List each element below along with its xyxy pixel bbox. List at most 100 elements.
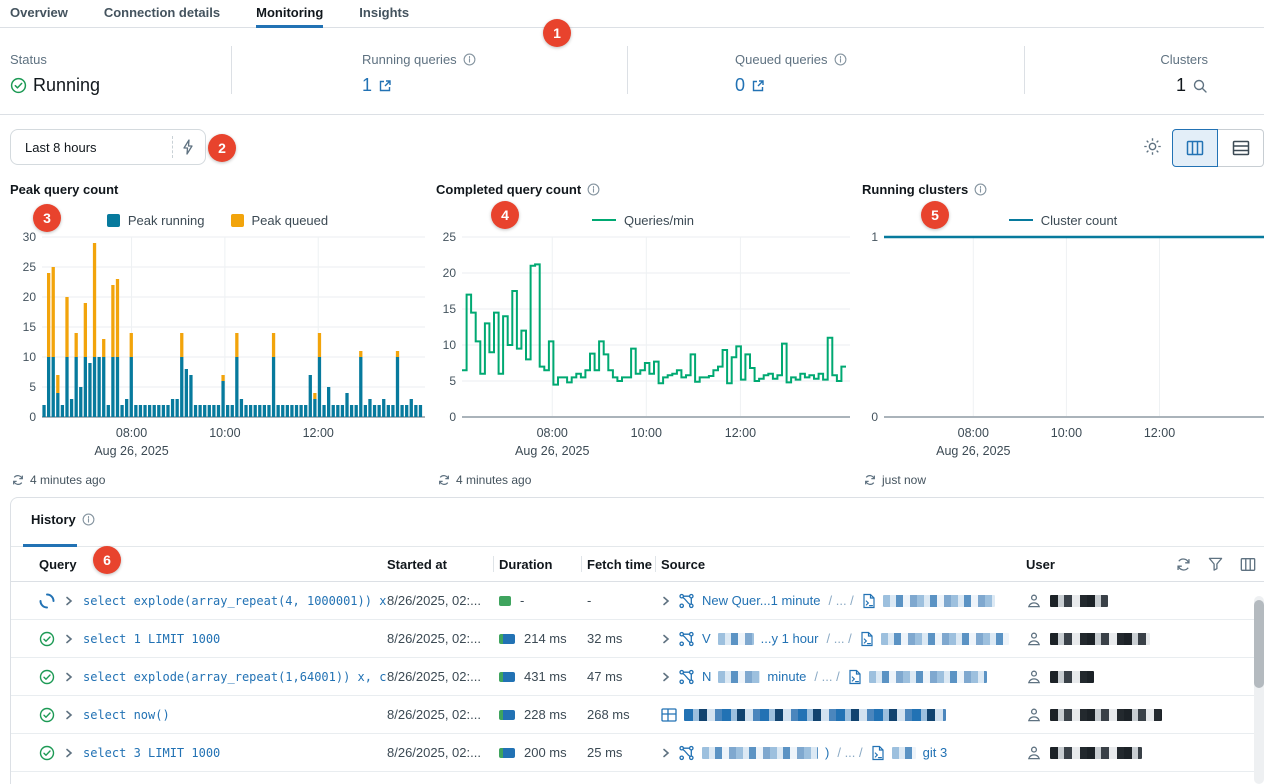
source-separator: / ... / [813,669,840,684]
source-link[interactable]: New Quer...1 minute [702,593,821,608]
scrollbar-thumb[interactable] [1254,600,1264,688]
running-clusters-chart: Running clustersCluster count0108:00Aug … [862,182,1264,487]
expand-chevron-icon[interactable] [661,748,671,758]
svg-text:Aug 26, 2025: Aug 26, 2025 [936,444,1010,458]
chart-title-text: Running clusters [862,182,968,197]
expand-chevron-icon[interactable] [64,672,74,682]
gear-icon[interactable] [1143,137,1162,156]
query-text[interactable]: select explode(array_repeat(4, 1000001))… [83,594,387,608]
column-header-fetch-time[interactable]: Fetch time [587,547,661,581]
column-header-user[interactable]: User [1026,547,1176,581]
redacted-text [718,671,760,683]
history-tabs: History [11,498,1264,547]
lightning-icon[interactable] [181,139,205,155]
source-link[interactable]: git 3 [923,745,948,760]
scrollbar-track[interactable] [1254,596,1264,784]
columns-view-icon [1186,140,1204,156]
query-text[interactable]: select 3 LIMIT 1000 [83,746,220,760]
column-header-query[interactable]: Query [39,547,387,581]
svg-text:20: 20 [443,266,457,280]
redacted-text [1050,633,1150,645]
expand-chevron-icon[interactable] [64,710,74,720]
tab-connection-details[interactable]: Connection details [104,1,220,27]
info-icon[interactable] [974,183,987,196]
duration-bar [499,596,511,606]
completed-query-count-chart: Completed query countQueries/min05101520… [436,182,850,487]
chart-refresh-status[interactable]: 4 minutes ago [10,473,425,487]
expand-chevron-icon[interactable] [64,634,74,644]
expand-chevron-icon[interactable] [64,596,74,606]
query-text[interactable]: select now() [83,708,170,722]
legend-item[interactable]: Queries/min [592,213,694,228]
page-tabbar: Overview Connection details Monitoring Insi… [0,0,1264,28]
filter-icon[interactable] [1208,557,1223,571]
svg-text:1: 1 [871,230,878,244]
refresh-icon[interactable] [1176,557,1191,572]
query-text[interactable]: select 1 LIMIT 1000 [83,632,220,646]
column-header-source[interactable]: Source [661,547,1026,581]
user-cell [1026,669,1176,685]
legend-line [1009,219,1033,221]
table-row[interactable]: select explode(array_repeat(4, 1000001))… [11,582,1264,620]
source-link[interactable]: ) [825,745,829,760]
chart-refresh-status[interactable]: just now [862,473,1264,487]
rows-view-button[interactable] [1218,129,1264,167]
source-link[interactable]: minute [767,669,806,684]
running-queries-link[interactable]: 1 [362,75,628,96]
tab-insights[interactable]: Insights [359,1,409,27]
peak-query-count-chart: Peak query countPeak runningPeak queued0… [10,182,425,487]
svg-text:10: 10 [23,350,37,364]
running-queries-card: Running queries 1 [232,28,628,114]
person-icon [1026,745,1042,761]
sql-file-icon [862,593,876,609]
person-icon [1026,669,1042,685]
source-link[interactable]: V [702,631,711,646]
duration-cell: 228 ms [499,707,587,722]
tab-history[interactable]: History [31,512,95,527]
columns-icon[interactable] [1240,557,1256,572]
legend-item[interactable]: Peak queued [231,213,329,228]
chart-title: Peak query count [10,182,425,197]
source-link[interactable]: ...y 1 hour [761,631,819,646]
expand-chevron-icon[interactable] [661,596,671,606]
tab-overview[interactable]: Overview [10,1,68,27]
column-header-started-at[interactable]: Started at [387,547,499,581]
svg-text:30: 30 [23,230,37,244]
svg-text:25: 25 [443,230,457,244]
source-link[interactable]: N [702,669,711,684]
magnifier-icon[interactable] [1192,78,1208,94]
column-header-duration[interactable]: Duration [499,547,587,581]
duration-value: 200 ms [524,745,567,760]
legend-item[interactable]: Peak running [107,213,205,228]
chart-refresh-status[interactable]: 4 minutes ago [436,473,850,487]
expand-chevron-icon[interactable] [64,748,74,758]
info-icon[interactable] [82,513,95,526]
info-icon[interactable] [587,183,600,196]
duration-value: - [520,593,524,608]
info-icon[interactable] [834,53,847,66]
chart-plot: 0108:00Aug 26, 202510:0012:00 [862,229,1264,464]
legend-label: Cluster count [1041,213,1118,228]
expand-chevron-icon[interactable] [661,634,671,644]
check-circle-icon [10,77,27,94]
table-row[interactable]: select explode(array_repeat(1,64001)) x,… [11,658,1264,696]
started-at-cell: 8/26/2025, 02:... [387,631,499,646]
user-cell [1026,745,1176,761]
legend-label: Peak running [128,213,205,228]
expand-chevron-icon[interactable] [661,672,671,682]
queued-queries-link[interactable]: 0 [735,75,1025,96]
tab-monitoring[interactable]: Monitoring [256,1,323,27]
table-row[interactable]: select now()8/26/2025, 02:...228 ms268 m… [11,696,1264,734]
redacted-text [702,747,818,759]
source-separator: / ... / [836,745,863,760]
legend-item[interactable]: Cluster count [1009,213,1118,228]
query-text[interactable]: select explode(array_repeat(1,64001)) x,… [83,670,387,684]
table-row[interactable]: select 3 LIMIT 10008/26/2025, 02:...200 … [11,734,1264,772]
info-icon[interactable] [463,53,476,66]
columns-view-button[interactable] [1172,129,1218,167]
svg-text:08:00: 08:00 [958,426,989,440]
svg-text:10:00: 10:00 [209,426,240,440]
time-range-select[interactable]: Last 8 hours [10,129,206,165]
table-row[interactable]: select 1 LIMIT 10008/26/2025, 02:...214 … [11,620,1264,658]
legend-label: Peak queued [252,213,329,228]
